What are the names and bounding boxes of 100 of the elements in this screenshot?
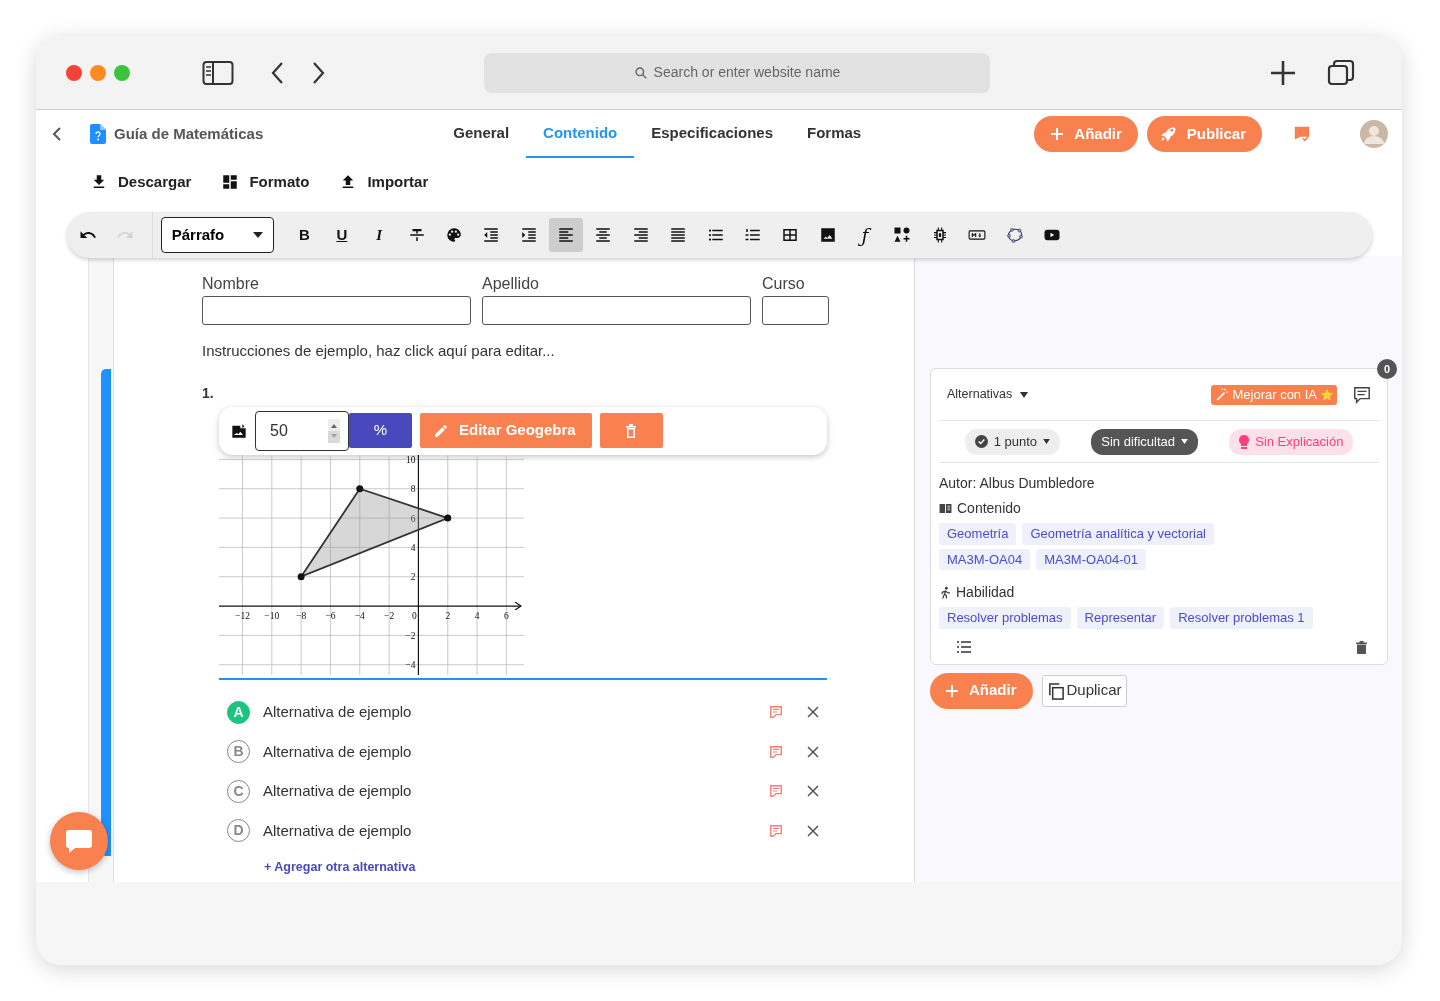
- option-text: Alternativa de ejemplo: [263, 741, 413, 762]
- trash-icon: [625, 423, 638, 438]
- points-dropdown[interactable]: 1 punto: [964, 428, 1060, 455]
- close-button[interactable]: [807, 745, 819, 758]
- field-label: Apellido: [482, 274, 540, 294]
- size-input[interactable]: 50: [255, 410, 349, 451]
- input-field[interactable]: [762, 296, 829, 325]
- magic-wand-icon: [1215, 388, 1229, 401]
- tag[interactable]: Representar: [1076, 607, 1165, 629]
- address-placeholder: Search or enter website name: [653, 63, 841, 82]
- tab[interactable]: Especificaciones: [634, 110, 790, 158]
- rocket-icon: [1158, 125, 1177, 143]
- caret-icon: [252, 232, 263, 238]
- field-label: Curso: [762, 274, 806, 294]
- option-text: Alternativa de ejemplo: [263, 781, 413, 801]
- comment-button[interactable]: [1353, 385, 1371, 404]
- polygon-icon: [1005, 226, 1024, 244]
- author-text: Autor: Albus Dumbledore: [939, 474, 1096, 493]
- tag[interactable]: Resolver problemas: [939, 607, 1071, 629]
- lightbulb-icon: [1239, 434, 1250, 449]
- trash-icon: [1356, 640, 1367, 654]
- y-tick-label: −4: [405, 659, 416, 670]
- difficulty-dropdown[interactable]: Sin dificultad: [1091, 428, 1198, 455]
- close-button[interactable]: [807, 824, 819, 837]
- palette-icon: [444, 226, 463, 244]
- y-tick-label: 10: [405, 454, 416, 465]
- comment-count-badge: 0: [1377, 359, 1397, 379]
- copy-icon: [1046, 681, 1065, 700]
- action-button[interactable]: Importar: [339, 170, 429, 194]
- pencil-icon: [433, 422, 449, 439]
- tag[interactable]: Geometría: [939, 523, 1017, 545]
- tab[interactable]: Contenido: [526, 110, 635, 158]
- formula-button[interactable]: ƒ: [848, 218, 883, 252]
- close-icon: [807, 824, 819, 837]
- close-icon: [807, 706, 819, 719]
- unit-button[interactable]: %: [349, 413, 412, 448]
- shapes-icon: [893, 226, 912, 244]
- caret-icon: [1043, 439, 1050, 444]
- align-left-button[interactable]: [549, 218, 584, 252]
- tab[interactable]: Formas: [790, 110, 879, 158]
- tag[interactable]: Geometría analítica y vectorial: [1022, 523, 1214, 545]
- tab[interactable]: General: [436, 110, 527, 158]
- section-heading: Contenido: [957, 499, 1021, 518]
- duplicate-button[interactable]: Duplicar: [1041, 674, 1127, 707]
- tag[interactable]: MA3M-OA04: [939, 548, 1031, 570]
- tag[interactable]: MA3M-OA04-01: [1036, 548, 1147, 570]
- x-tick-label: −4: [354, 610, 365, 621]
- plus-icon: [1050, 127, 1065, 141]
- x-tick-label: 2: [445, 610, 451, 621]
- align-center-icon: [594, 226, 613, 244]
- caret-icon: [1180, 439, 1188, 444]
- list-icon: [957, 640, 971, 653]
- action-button[interactable]: Descargar: [90, 170, 192, 194]
- close-button[interactable]: [807, 785, 819, 798]
- note-icon: [769, 784, 783, 799]
- note-icon: [769, 705, 783, 720]
- section-heading: Habilidad: [956, 583, 1015, 602]
- x-tick-label: −10: [264, 610, 280, 621]
- delete-button[interactable]: [1356, 640, 1367, 654]
- document-title: Guía de Matemáticas: [114, 123, 264, 144]
- chat-icon: [65, 828, 93, 854]
- strikethrough-icon: [407, 226, 426, 244]
- list-button[interactable]: [957, 640, 971, 654]
- close-icon: [807, 785, 819, 798]
- chat-button[interactable]: [50, 812, 108, 870]
- image-settings-icon: [231, 422, 247, 439]
- outdent-icon: [482, 226, 501, 244]
- plus-icon: [945, 683, 959, 698]
- search-icon: [633, 65, 648, 80]
- action-button[interactable]: Formato: [221, 170, 310, 194]
- spinner-icon: [328, 418, 340, 443]
- instructions-text: Instrucciones de ejemplo, haz click aquí para editar...: [202, 341, 556, 361]
- question-type-dropdown[interactable]: Alternativas: [947, 385, 1029, 404]
- x-tick-label: −6: [325, 610, 336, 621]
- image-icon: [818, 226, 837, 244]
- input-field[interactable]: [202, 296, 471, 325]
- close-icon: [807, 745, 819, 758]
- underline-button[interactable]: U: [324, 218, 359, 252]
- close-window-button[interactable]: [66, 64, 82, 81]
- italic-button[interactable]: I: [362, 218, 397, 252]
- input-field[interactable]: [482, 296, 751, 325]
- x-tick-label: −2: [384, 610, 395, 621]
- y-tick-label: −2: [405, 630, 416, 641]
- tag[interactable]: Resolver problemas 1: [1170, 607, 1313, 629]
- back-button[interactable]: [50, 126, 64, 142]
- align-left-icon: [557, 226, 576, 244]
- running-icon: [939, 586, 951, 599]
- bold-button[interactable]: B: [287, 218, 322, 252]
- close-button[interactable]: [807, 706, 819, 719]
- caret-icon: [1020, 391, 1029, 398]
- book-icon: [939, 503, 952, 514]
- note-icon: [769, 744, 783, 759]
- field-label: Nombre: [202, 274, 260, 294]
- paragraph-style-select[interactable]: Párrafo: [160, 217, 274, 253]
- note-icon: [769, 823, 783, 838]
- document-icon: [90, 124, 106, 144]
- align-right-icon: [631, 226, 650, 244]
- add-option-link[interactable]: + Agregar otra alternativa: [264, 859, 416, 874]
- x-tick-label: 0: [412, 610, 417, 621]
- address-bar[interactable]: Search or enter website name: [484, 52, 990, 93]
